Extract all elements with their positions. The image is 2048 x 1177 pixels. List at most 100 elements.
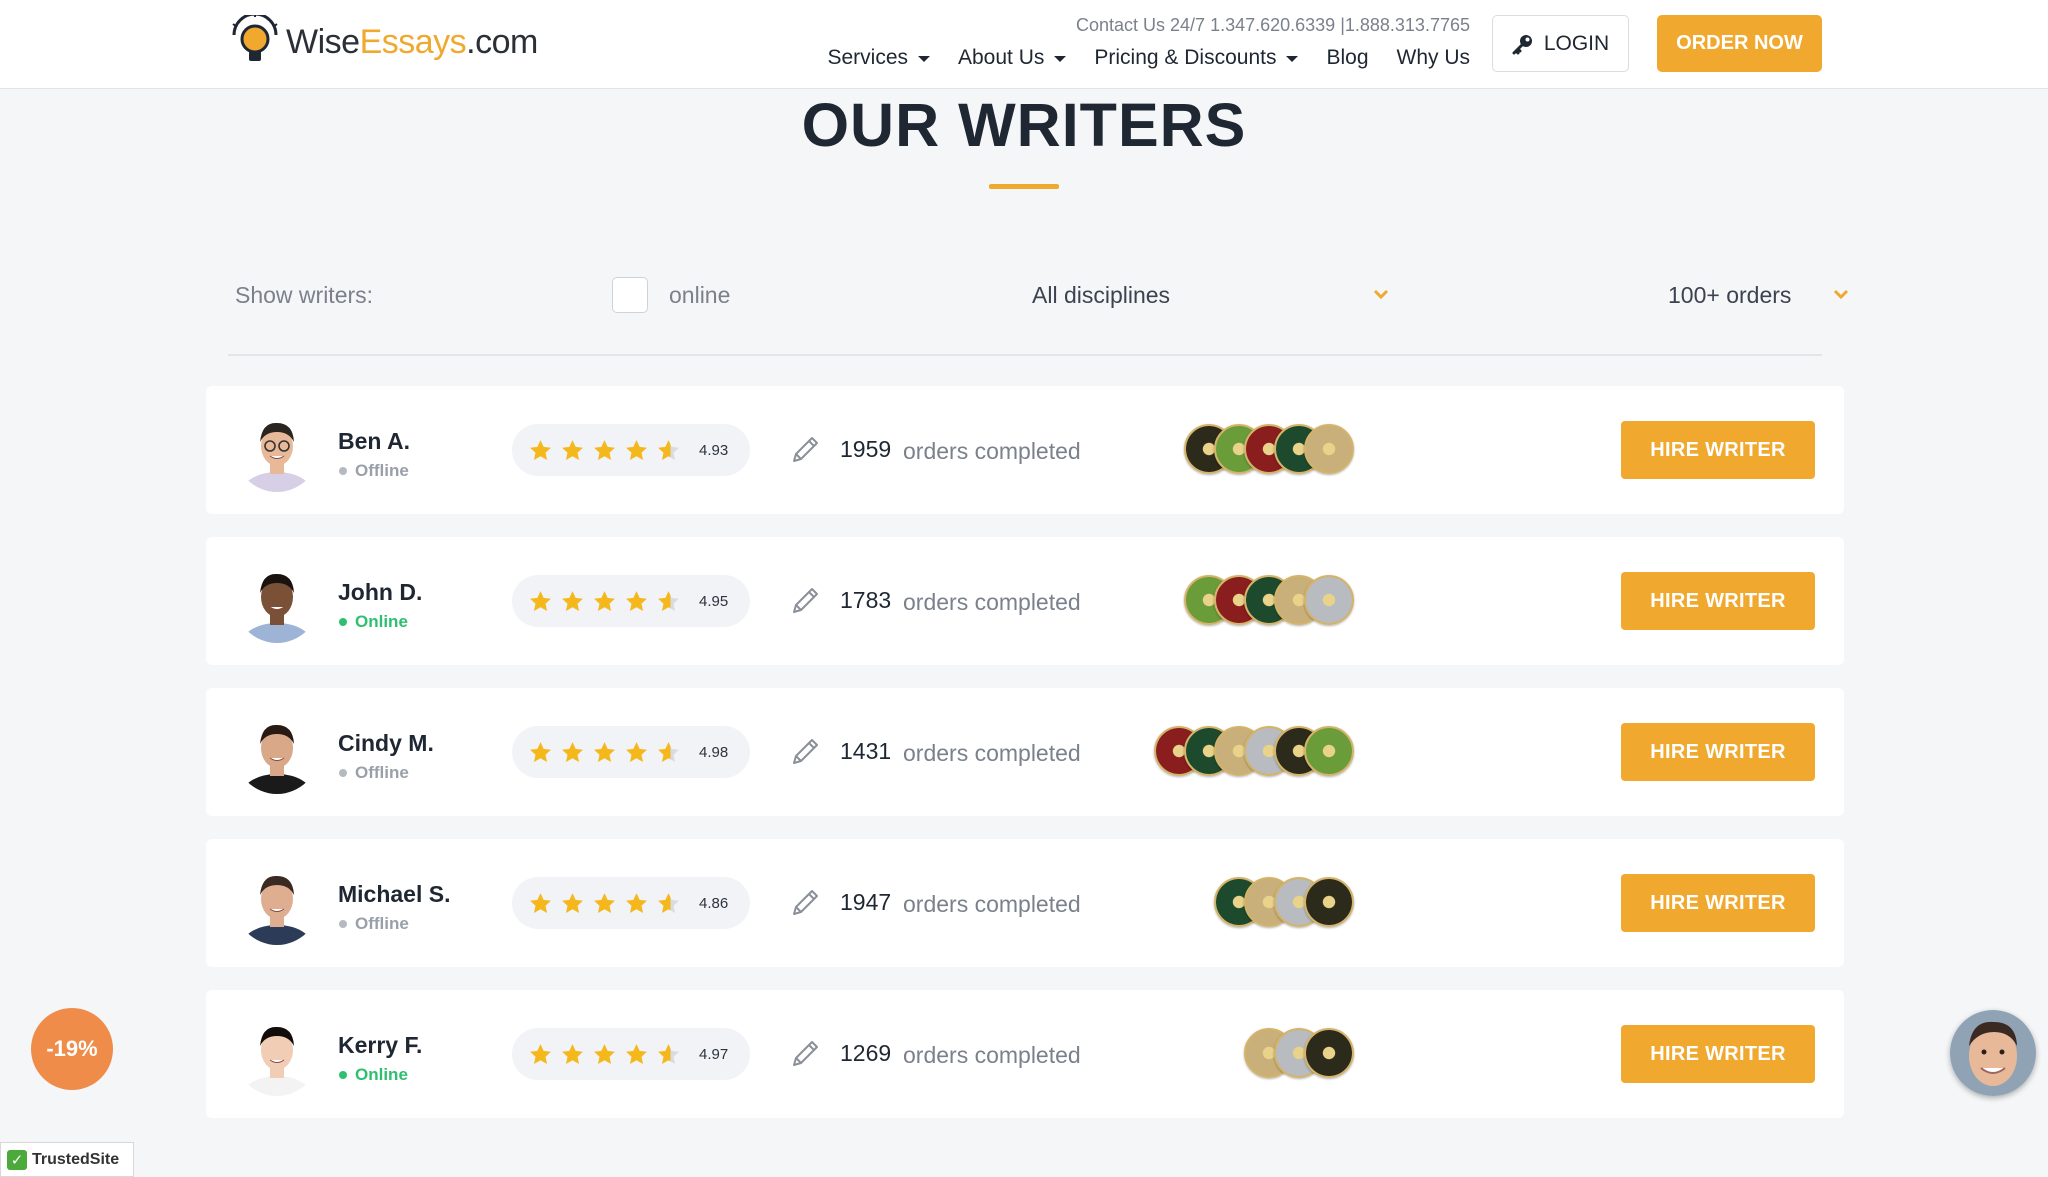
orders-count: 1783 <box>840 587 892 613</box>
writer-photo <box>235 408 319 492</box>
lightbulb-icon <box>232 15 278 61</box>
rating-value: 4.98 <box>699 743 729 761</box>
writer-badges <box>1214 877 1354 927</box>
star-rating <box>528 1042 681 1067</box>
trusted-site-seal[interactable]: ✓ TrustedSite <box>0 1142 134 1177</box>
pencil-icon <box>793 739 818 764</box>
orders-label: orders completed <box>903 1042 1081 1068</box>
writer-photo <box>235 559 319 643</box>
caret-down-icon <box>1054 56 1067 62</box>
rating-value: 4.97 <box>699 1045 729 1063</box>
writer-status: Online <box>339 1065 408 1085</box>
discipline-select[interactable]: All disciplines <box>1032 282 1170 309</box>
nav-services[interactable]: Services <box>827 46 930 70</box>
writer-avatar[interactable] <box>235 861 319 945</box>
writer-badges <box>1244 1028 1354 1078</box>
writer-filters: Show writers: online All disciplines 100… <box>0 270 2048 320</box>
seal-badge-icon <box>1304 424 1354 474</box>
writer-photo <box>235 861 319 945</box>
award-badge-icon <box>1304 1028 1354 1078</box>
nav-why-us[interactable]: Why Us <box>1397 46 1471 70</box>
star-rating <box>528 740 681 765</box>
writer-card: Ben A. Offline 4.93 1959 orders complete… <box>206 386 1844 514</box>
star-rating <box>528 438 681 463</box>
writer-photo <box>235 1012 319 1096</box>
writer-avatar[interactable] <box>235 710 319 794</box>
orders-count: 1947 <box>840 889 892 915</box>
orders-label: orders completed <box>903 891 1081 917</box>
pencil-icon <box>793 437 818 462</box>
chevron-down-icon[interactable] <box>1372 280 1390 310</box>
nav-blog[interactable]: Blog <box>1326 46 1368 70</box>
star-rating <box>528 891 681 916</box>
writer-status: Offline <box>339 461 409 481</box>
status-dot-icon <box>339 467 347 475</box>
writer-name[interactable]: Michael S. <box>338 881 450 908</box>
orders-select[interactable]: 100+ orders <box>1668 282 1791 309</box>
rating-value: 4.93 <box>699 441 729 459</box>
status-dot-icon <box>339 769 347 777</box>
caret-down-icon <box>1286 56 1299 62</box>
writer-avatar[interactable] <box>235 559 319 643</box>
rating-pill: 4.95 <box>512 575 750 627</box>
site-logo[interactable]: WiseEssays.com <box>228 14 538 70</box>
writer-avatar[interactable] <box>235 1012 319 1096</box>
main-nav: Services About Us Pricing & Discounts Bl… <box>827 46 1470 70</box>
order-now-button[interactable]: ORDER NOW <box>1657 15 1822 72</box>
orders-label: orders completed <box>903 438 1081 464</box>
star-rating <box>528 589 681 614</box>
support-agent-avatar <box>1950 1010 2036 1096</box>
orders-count: 1959 <box>840 436 892 462</box>
writer-name[interactable]: Cindy M. <box>338 730 434 757</box>
show-writers-label: Show writers: <box>235 282 374 308</box>
writer-card: Cindy M. Offline 4.98 1431 orders comple… <box>206 688 1844 816</box>
discount-badge[interactable]: -19% <box>31 1008 113 1090</box>
rating-pill: 4.93 <box>512 424 750 476</box>
writer-name[interactable]: Kerry F. <box>338 1032 422 1059</box>
award-badge-icon <box>1304 877 1354 927</box>
title-underline <box>989 184 1059 189</box>
writer-card: John D. Online 4.95 1783 orders complete… <box>206 537 1844 665</box>
rating-pill: 4.98 <box>512 726 750 778</box>
writer-name[interactable]: Ben A. <box>338 428 410 455</box>
orders-count: 1431 <box>840 738 892 764</box>
writer-badges <box>1184 424 1354 474</box>
orders-label: orders completed <box>903 589 1081 615</box>
status-dot-icon <box>339 920 347 928</box>
checkmark-icon: ✓ <box>7 1149 27 1170</box>
status-dot-icon <box>339 1071 347 1079</box>
login-button[interactable]: LOGIN <box>1492 15 1629 72</box>
writer-card: Kerry F. Online 4.97 1269 orders complet… <box>206 990 1844 1118</box>
rating-value: 4.95 <box>699 592 729 610</box>
pencil-icon <box>793 890 818 915</box>
hire-writer-button[interactable]: HIRE WRITER <box>1621 874 1815 932</box>
online-checkbox[interactable] <box>612 277 648 313</box>
writer-badges <box>1184 575 1354 625</box>
chevron-down-icon[interactable] <box>1832 280 1850 310</box>
rating-pill: 4.97 <box>512 1028 750 1080</box>
hire-writer-button[interactable]: HIRE WRITER <box>1621 421 1815 479</box>
pencil-icon <box>793 1041 818 1066</box>
online-label[interactable]: online <box>669 282 730 309</box>
certificate-badge-icon <box>1304 726 1354 776</box>
writer-status: Online <box>339 612 408 632</box>
writer-status: Offline <box>339 763 409 783</box>
page-title: OUR WRITERS <box>801 91 1247 159</box>
orders-label: orders completed <box>903 740 1081 766</box>
medal-badge-icon <box>1304 575 1354 625</box>
writer-status: Offline <box>339 914 409 934</box>
hire-writer-button[interactable]: HIRE WRITER <box>1621 572 1815 630</box>
pencil-icon <box>793 588 818 613</box>
rating-pill: 4.86 <box>512 877 750 929</box>
site-header: WiseEssays.com Contact Us 24/7 1.347.620… <box>0 0 2048 89</box>
nav-pricing[interactable]: Pricing & Discounts <box>1094 46 1299 70</box>
rating-value: 4.86 <box>699 894 729 912</box>
hire-writer-button[interactable]: HIRE WRITER <box>1621 1025 1815 1083</box>
filter-divider <box>228 354 1822 356</box>
live-chat-avatar[interactable] <box>1950 1010 2036 1096</box>
writer-avatar[interactable] <box>235 408 319 492</box>
writer-name[interactable]: John D. <box>338 579 422 606</box>
writer-card: Michael S. Offline 4.86 1947 orders comp… <box>206 839 1844 967</box>
nav-about-us[interactable]: About Us <box>958 46 1067 70</box>
hire-writer-button[interactable]: HIRE WRITER <box>1621 723 1815 781</box>
